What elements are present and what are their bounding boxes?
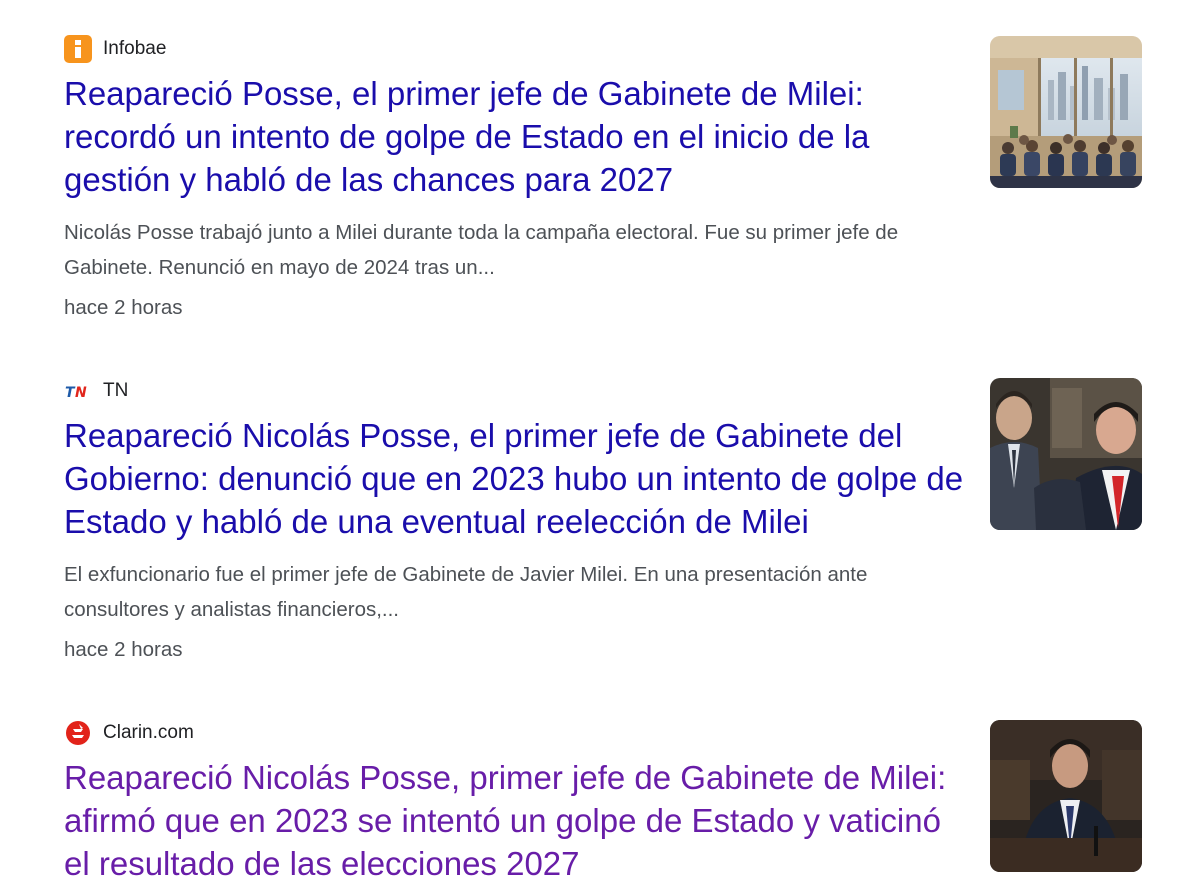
conference-room-image [990, 36, 1142, 188]
headline-link[interactable]: Reapareció Nicolás Posse, primer jefe de… [64, 756, 964, 885]
news-result: T N TN Reapareció Nicolás Posse, el prim… [64, 376, 1144, 664]
timestamp: hace 2 horas [64, 638, 183, 661]
timestamp: hace 2 horas [64, 296, 183, 319]
clarin-logo-icon [64, 719, 92, 747]
headline-link[interactable]: Reapareció Posse, el primer jefe de Gabi… [64, 72, 964, 201]
men-in-suits-image [990, 378, 1142, 530]
snippet: El exfuncionario fue el primer jefe de G… [64, 563, 868, 621]
news-thumbnail[interactable] [990, 36, 1142, 188]
snippet: Nicolás Posse trabajó junto a Milei dura… [64, 221, 899, 279]
news-source[interactable]: Clarin.com [64, 718, 1144, 748]
news-thumbnail[interactable] [990, 720, 1142, 872]
news-source[interactable]: Infobae [64, 34, 1144, 64]
source-name: Clarin.com [103, 722, 194, 743]
source-name: Infobae [103, 38, 167, 59]
news-result: Clarin.com Reapareció Nicolás Posse, pri… [64, 718, 1144, 885]
news-result: Infobae Reapareció Posse, el primer jefe… [64, 34, 1144, 322]
infobae-logo-icon [64, 35, 92, 63]
news-thumbnail[interactable] [990, 378, 1142, 530]
svg-text:N: N [75, 385, 87, 401]
man-at-congress-image [990, 720, 1142, 872]
headline-link[interactable]: Reapareció Nicolás Posse, el primer jefe… [64, 414, 964, 543]
tn-logo-icon: T N [64, 377, 92, 405]
source-name: TN [103, 380, 129, 401]
news-source[interactable]: T N TN [64, 376, 1144, 406]
